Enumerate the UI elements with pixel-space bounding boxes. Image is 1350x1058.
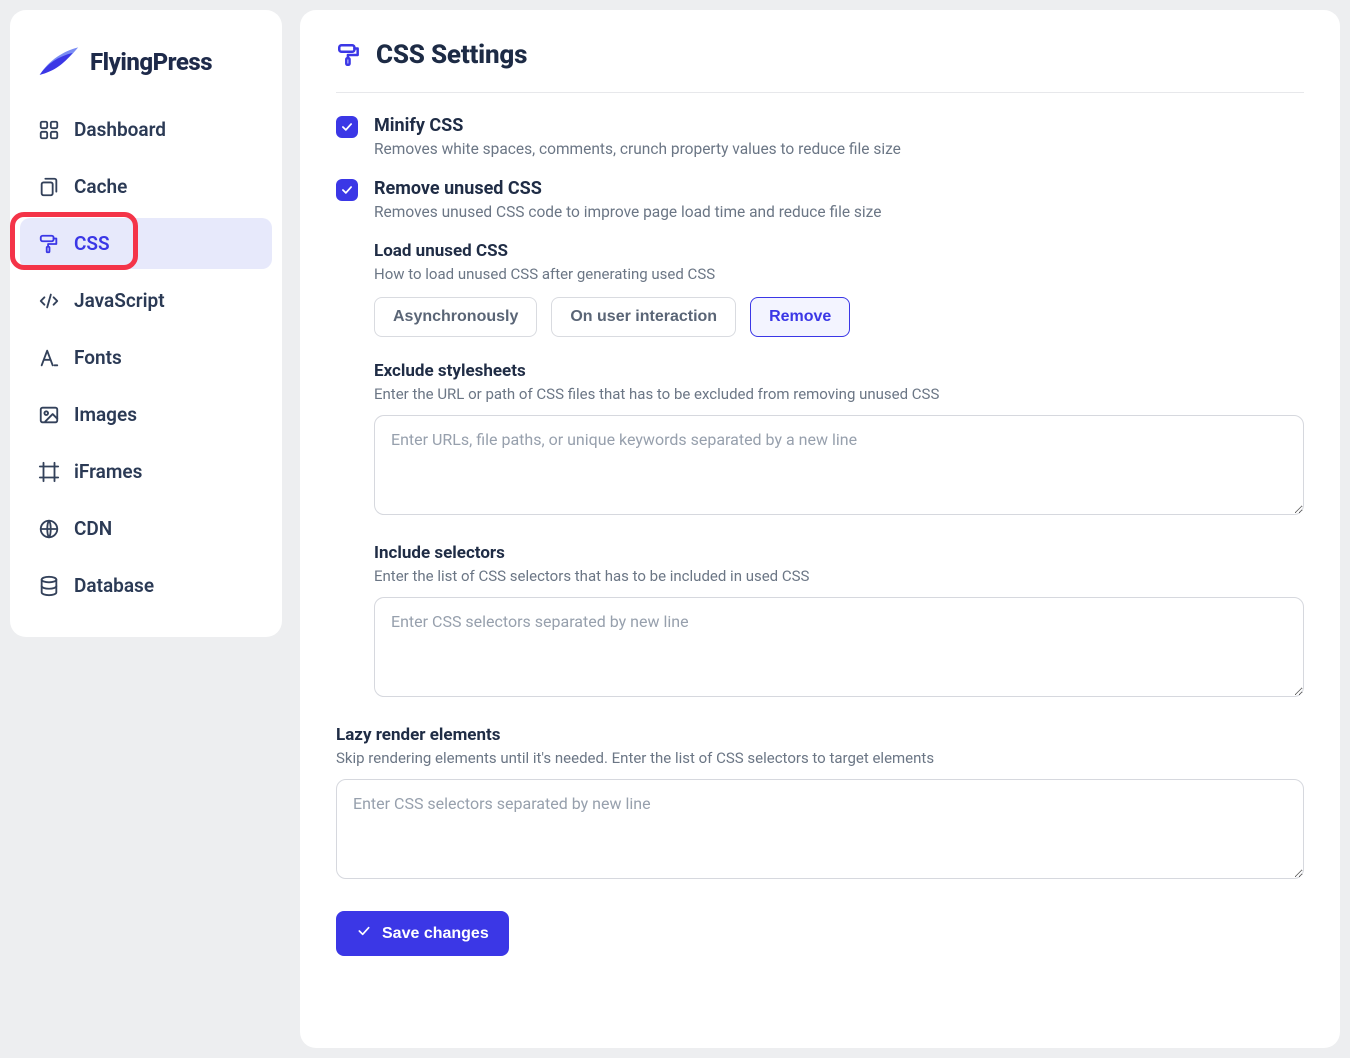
code-icon	[38, 290, 60, 312]
setting-title: Lazy render elements	[336, 725, 1304, 745]
sidebar: FlyingPress Dashboard Cache CSS	[10, 10, 282, 637]
sidebar-item-dashboard[interactable]: Dashboard	[20, 104, 272, 155]
setting-exclude-stylesheets: Exclude stylesheets Enter the URL or pat…	[374, 361, 1304, 519]
save-button-label: Save changes	[382, 925, 489, 943]
setting-title: Remove unused CSS	[374, 178, 1304, 199]
setting-lazy-render: Lazy render elements Skip rendering elem…	[336, 725, 1304, 883]
sidebar-item-label: Images	[74, 403, 137, 426]
lazy-render-textarea[interactable]	[336, 779, 1304, 879]
sidebar-item-cdn[interactable]: CDN	[20, 503, 272, 554]
sidebar-item-label: iFrames	[74, 460, 142, 483]
setting-minify-css: Minify CSS Removes white spaces, comment…	[336, 115, 1304, 158]
globe-icon	[38, 518, 60, 540]
sidebar-item-label: Fonts	[74, 346, 122, 369]
option-remove[interactable]: Remove	[750, 297, 850, 337]
sidebar-item-fonts[interactable]: Fonts	[20, 332, 272, 383]
setting-body: Minify CSS Removes white spaces, comment…	[374, 115, 1304, 158]
paint-roller-icon	[336, 42, 362, 68]
sidebar-item-javascript[interactable]: JavaScript	[20, 275, 272, 326]
frame-icon	[38, 461, 60, 483]
load-unused-options: Asynchronously On user interaction Remov…	[374, 297, 1304, 337]
setting-body: Remove unused CSS Removes unused CSS cod…	[374, 178, 1304, 221]
database-icon	[38, 575, 60, 597]
sidebar-item-iframes[interactable]: iFrames	[20, 446, 272, 497]
setting-remove-unused-css: Remove unused CSS Removes unused CSS cod…	[336, 178, 1304, 221]
page-title: CSS Settings	[376, 40, 527, 70]
sub-setting-description: How to load unused CSS after generating …	[374, 265, 1304, 283]
sidebar-item-label: Cache	[74, 175, 127, 198]
sidebar-nav: Dashboard Cache CSS JavaScript Fo	[20, 104, 272, 611]
dashboard-icon	[38, 119, 60, 141]
paint-roller-icon	[38, 233, 60, 255]
setting-include-selectors: Include selectors Enter the list of CSS …	[374, 543, 1304, 701]
save-changes-button[interactable]: Save changes	[336, 911, 509, 956]
sub-setting-title: Include selectors	[374, 543, 1304, 563]
sidebar-item-css[interactable]: CSS	[20, 218, 272, 269]
fonts-icon	[38, 347, 60, 369]
check-icon	[356, 923, 372, 944]
sub-setting-title: Load unused CSS	[374, 241, 1304, 261]
brand-logo: FlyingPress	[20, 30, 272, 104]
option-asynchronously[interactable]: Asynchronously	[374, 297, 537, 337]
sidebar-item-label: JavaScript	[74, 289, 165, 312]
option-on-user-interaction[interactable]: On user interaction	[551, 297, 736, 337]
image-icon	[38, 404, 60, 426]
setting-load-unused-css: Load unused CSS How to load unused CSS a…	[374, 241, 1304, 337]
sub-setting-description: Enter the URL or path of CSS files that …	[374, 385, 1304, 403]
setting-description: Removes unused CSS code to improve page …	[374, 203, 1304, 221]
setting-description: Removes white spaces, comments, crunch p…	[374, 140, 1304, 158]
brand-name: FlyingPress	[90, 48, 212, 76]
page-header: CSS Settings	[336, 40, 1304, 93]
remove-unused-css-checkbox[interactable]	[336, 179, 358, 201]
sidebar-item-label: CDN	[74, 517, 112, 540]
exclude-stylesheets-textarea[interactable]	[374, 415, 1304, 515]
sidebar-item-label: Dashboard	[74, 118, 166, 141]
flyingpress-logo-icon	[36, 42, 80, 82]
cache-icon	[38, 176, 60, 198]
sidebar-item-images[interactable]: Images	[20, 389, 272, 440]
sub-setting-title: Exclude stylesheets	[374, 361, 1304, 381]
sidebar-item-cache[interactable]: Cache	[20, 161, 272, 212]
sidebar-item-label: CSS	[74, 232, 110, 255]
sub-setting-description: Enter the list of CSS selectors that has…	[374, 567, 1304, 585]
sidebar-item-label: Database	[74, 574, 154, 597]
sidebar-item-database[interactable]: Database	[20, 560, 272, 611]
include-selectors-textarea[interactable]	[374, 597, 1304, 697]
setting-title: Minify CSS	[374, 115, 1304, 136]
minify-css-checkbox[interactable]	[336, 116, 358, 138]
main-panel: CSS Settings Minify CSS Removes white sp…	[300, 10, 1340, 1048]
setting-description: Skip rendering elements until it's neede…	[336, 749, 1304, 767]
